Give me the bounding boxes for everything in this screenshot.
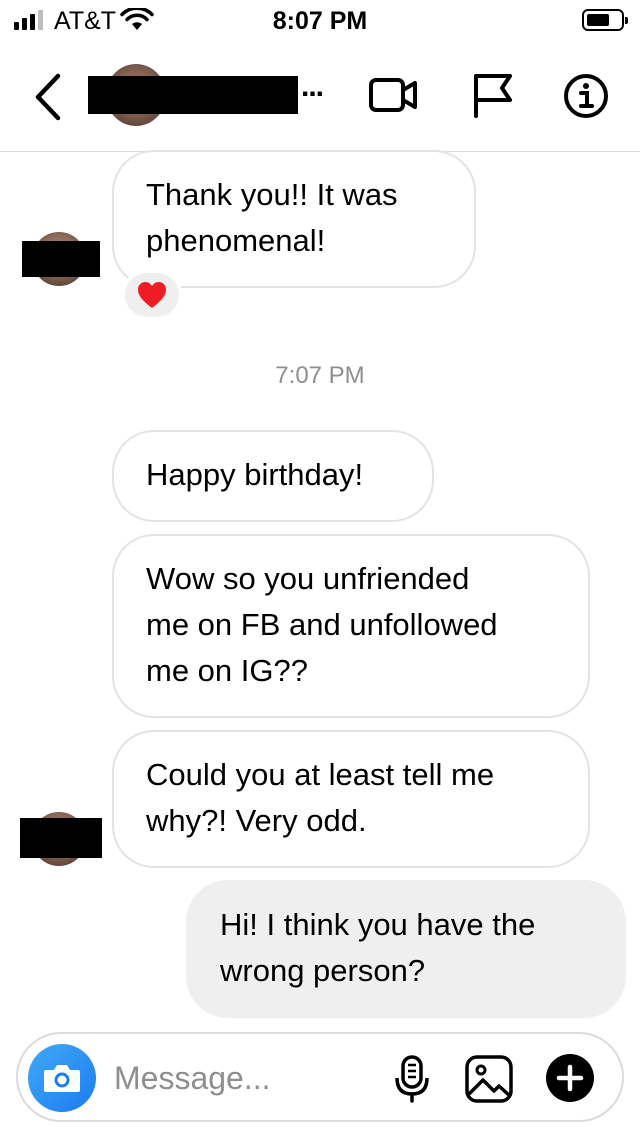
- redacted-avatar-bar: [22, 241, 100, 277]
- message-text: Could you at least tell me why?! Very od…: [146, 757, 495, 838]
- camera-icon: [44, 1065, 80, 1092]
- heart-icon: [138, 282, 166, 308]
- heart-reaction[interactable]: [122, 270, 182, 320]
- message-composer: [16, 1032, 624, 1122]
- message-timestamp: 7:07 PM: [275, 362, 365, 389]
- redacted-contact-name[interactable]: [88, 76, 298, 114]
- flag-icon[interactable]: [468, 72, 516, 118]
- plus-icon[interactable]: [544, 1052, 596, 1104]
- info-icon[interactable]: [562, 72, 610, 120]
- message-bubble[interactable]: Could you at least tell me why?! Very od…: [112, 730, 590, 868]
- message-bubble[interactable]: Wow so you unfriended me on FB and unfol…: [112, 534, 590, 718]
- outgoing-message-bubble[interactable]: Hi! I think you have the wrong person?: [186, 880, 626, 1018]
- message-input[interactable]: [114, 1056, 384, 1100]
- message-text: Thank you!! It was phenomenal!: [146, 177, 398, 258]
- back-chevron-icon[interactable]: [28, 70, 68, 124]
- gallery-icon[interactable]: [464, 1054, 514, 1104]
- message-bubble[interactable]: Happy birthday!: [112, 430, 434, 522]
- message-text: Happy birthday!: [146, 457, 364, 492]
- battery-icon: [582, 9, 628, 31]
- redacted-avatar-bar: [20, 818, 102, 858]
- status-time: 8:07 PM: [272, 7, 368, 35]
- message-text: Wow so you unfriended me on FB and unfol…: [146, 561, 498, 688]
- contact-name-ellipsis: ...: [301, 70, 324, 103]
- camera-button[interactable]: [28, 1044, 96, 1112]
- status-bar: AT&T 8:07 PM: [0, 0, 640, 40]
- message-bubble[interactable]: Thank you!! It was phenomenal!: [112, 150, 476, 288]
- conversation-header: ...: [0, 48, 640, 152]
- message-text: Hi! I think you have the wrong person?: [220, 907, 536, 988]
- video-call-icon[interactable]: [368, 72, 420, 118]
- microphone-icon[interactable]: [392, 1054, 432, 1104]
